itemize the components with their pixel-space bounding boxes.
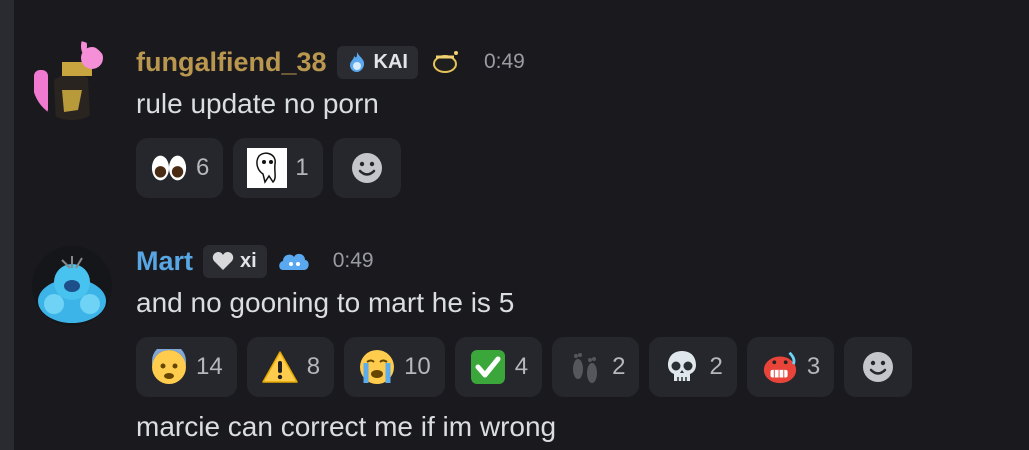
- smiley-add-reaction-icon: [351, 153, 382, 183]
- add-reaction-button[interactable]: [844, 337, 913, 397]
- skull-emoji-icon: [663, 348, 701, 386]
- reaction-custom-red[interactable]: 3: [746, 337, 835, 397]
- reaction-skull[interactable]: 2: [649, 337, 737, 397]
- followup-message-content: marcie can correct me if im wrong: [136, 411, 557, 442]
- eyes-emoji-icon: [150, 149, 188, 187]
- reaction-check[interactable]: 4: [454, 337, 543, 397]
- message-content: and no gooning to mart he is 5: [136, 287, 515, 318]
- custom-ghost-emoji-icon: [247, 148, 288, 188]
- reaction-custom-ghost[interactable]: 1: [233, 138, 323, 198]
- reaction-bar: 6 1: [136, 138, 401, 198]
- role-label: KAI: [373, 50, 408, 73]
- author-name[interactable]: fungalfiend_38: [136, 47, 327, 78]
- heart-icon: [212, 252, 234, 270]
- custom-red-grimace-emoji-icon: [761, 348, 799, 386]
- add-reaction-button[interactable]: [332, 138, 401, 198]
- reaction-count: 10: [404, 353, 431, 380]
- reaction-crying[interactable]: 10: [344, 337, 445, 397]
- message-header: Mart xi 0:49: [136, 241, 374, 281]
- timestamp[interactable]: 0:49: [484, 50, 525, 74]
- avatar[interactable]: [32, 246, 112, 326]
- reaction-footprints[interactable]: 2: [552, 337, 640, 397]
- avatar[interactable]: [32, 40, 112, 120]
- message-content: rule update no porn: [136, 88, 379, 119]
- check-mark-button-emoji-icon: [469, 348, 507, 386]
- message-fungalfiend: fungalfiend_38 KAI 0:49 rule update no p…: [0, 0, 1029, 215]
- reaction-count: 4: [514, 353, 529, 380]
- reaction-count: 2: [709, 353, 723, 380]
- fearful-face-emoji-icon: [150, 348, 188, 386]
- blue-cloud-icon: [278, 253, 309, 270]
- warning-emoji-icon: [261, 348, 299, 386]
- message-header: fungalfiend_38 KAI 0:49: [136, 42, 525, 82]
- loudly-crying-face-emoji-icon: [358, 348, 396, 386]
- role-label: xi: [240, 249, 257, 272]
- reaction-count: 3: [806, 353, 821, 380]
- timestamp[interactable]: 0:49: [333, 249, 374, 273]
- role-badge[interactable]: xi: [203, 244, 267, 278]
- pot-icon: [432, 51, 458, 73]
- author-name[interactable]: Mart: [136, 246, 193, 277]
- reaction-count: 14: [196, 353, 223, 380]
- reaction-bar: 14 8 10 4 2 2 3: [136, 337, 913, 397]
- reaction-count: 2: [612, 353, 626, 380]
- reaction-eyes[interactable]: 6: [136, 138, 224, 198]
- blue-fire-icon: [349, 52, 364, 72]
- reaction-count: 8: [306, 353, 321, 380]
- smiley-add-reaction-icon: [863, 352, 894, 382]
- footprints-emoji-icon: [566, 348, 604, 386]
- reaction-warning[interactable]: 8: [246, 337, 335, 397]
- reaction-fearful[interactable]: 14: [136, 337, 237, 397]
- reaction-count: 6: [196, 154, 210, 181]
- message-mart: Mart xi 0:49 and no gooning to mart he i…: [0, 215, 1029, 450]
- reaction-count: 1: [295, 154, 309, 181]
- role-badge[interactable]: KAI: [336, 45, 418, 79]
